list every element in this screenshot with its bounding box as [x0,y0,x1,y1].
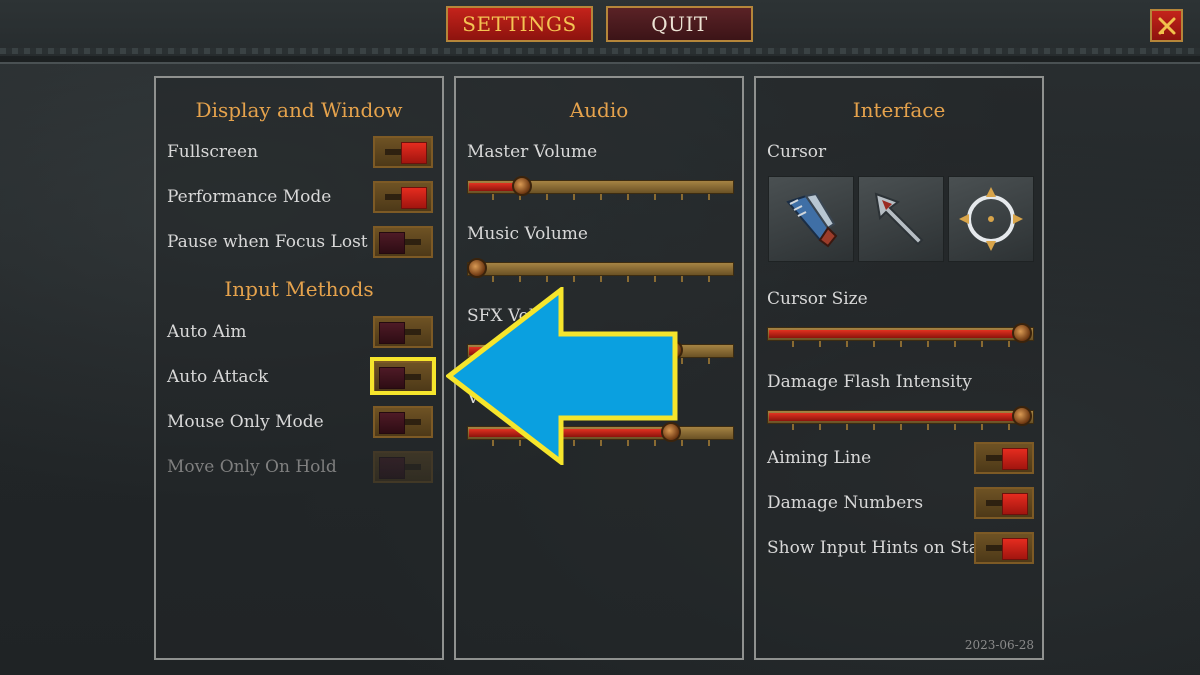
input-methods-heading: Input Methods [224,277,374,301]
damage-flash-slider[interactable] [767,406,1034,430]
crosshair-cursor-icon [959,187,1023,251]
quit-tab[interactable]: QUIT [606,6,753,42]
master-volume-label: Master Volume [467,142,598,162]
close-icon [1158,17,1175,34]
pause-focus-lost-label: Pause when Focus Lost [167,232,368,252]
pointer-arrow-icon [446,287,678,465]
pause-focus-lost-toggle[interactable] [373,226,433,258]
audio-heading: Audio [569,98,629,122]
slider-knob[interactable] [1012,406,1032,426]
damage-flash-label: Damage Flash Intensity [767,372,972,392]
move-only-on-hold-toggle [373,451,433,483]
damage-numbers-label: Damage Numbers [767,493,924,513]
move-only-on-hold-label: Move Only On Hold [167,457,337,477]
cursor-size-label: Cursor Size [767,289,868,309]
settings-tab[interactable]: SETTINGS [446,6,593,42]
slider-knob[interactable] [1012,323,1032,343]
cursor-option-arrow[interactable] [858,176,944,262]
performance-mode-toggle[interactable] [373,181,433,213]
cursor-option-crosshair[interactable] [948,176,1034,262]
interface-panel: Interface Cursor Cursor Size Damage Flas… [754,76,1044,660]
auto-aim-label: Auto Aim [167,322,247,342]
interface-heading: Interface [852,98,946,122]
damage-numbers-toggle[interactable] [974,487,1034,519]
fullscreen-toggle[interactable] [373,136,433,168]
gauntlet-cursor-icon [786,192,838,248]
auto-attack-highlight-box [370,357,436,395]
music-volume-slider[interactable] [467,258,734,282]
input-hints-toggle[interactable] [974,532,1034,564]
display-heading: Display and Window [195,98,403,122]
slider-knob[interactable] [511,176,532,196]
aiming-line-label: Aiming Line [767,448,872,468]
cursor-label: Cursor [767,142,827,162]
auto-aim-toggle[interactable] [373,316,433,348]
mouse-only-mode-toggle[interactable] [373,406,433,438]
top-bar-trim [0,48,1200,54]
auto-attack-label: Auto Attack [167,367,269,387]
cursor-size-slider[interactable] [767,323,1034,347]
cursor-option-gauntlet[interactable] [768,176,854,262]
arrow-cursor-icon [874,192,924,246]
version-date: 2023-06-28 [964,638,1034,652]
fullscreen-label: Fullscreen [167,142,259,162]
input-hints-label: Show Input Hints on Start [767,538,994,558]
top-bar [0,0,1200,64]
close-button[interactable] [1150,9,1183,42]
mouse-only-mode-label: Mouse Only Mode [167,412,324,432]
music-volume-label: Music Volume [467,224,588,244]
aiming-line-toggle[interactable] [974,442,1034,474]
performance-mode-label: Performance Mode [167,187,332,207]
master-volume-slider[interactable] [467,176,734,200]
